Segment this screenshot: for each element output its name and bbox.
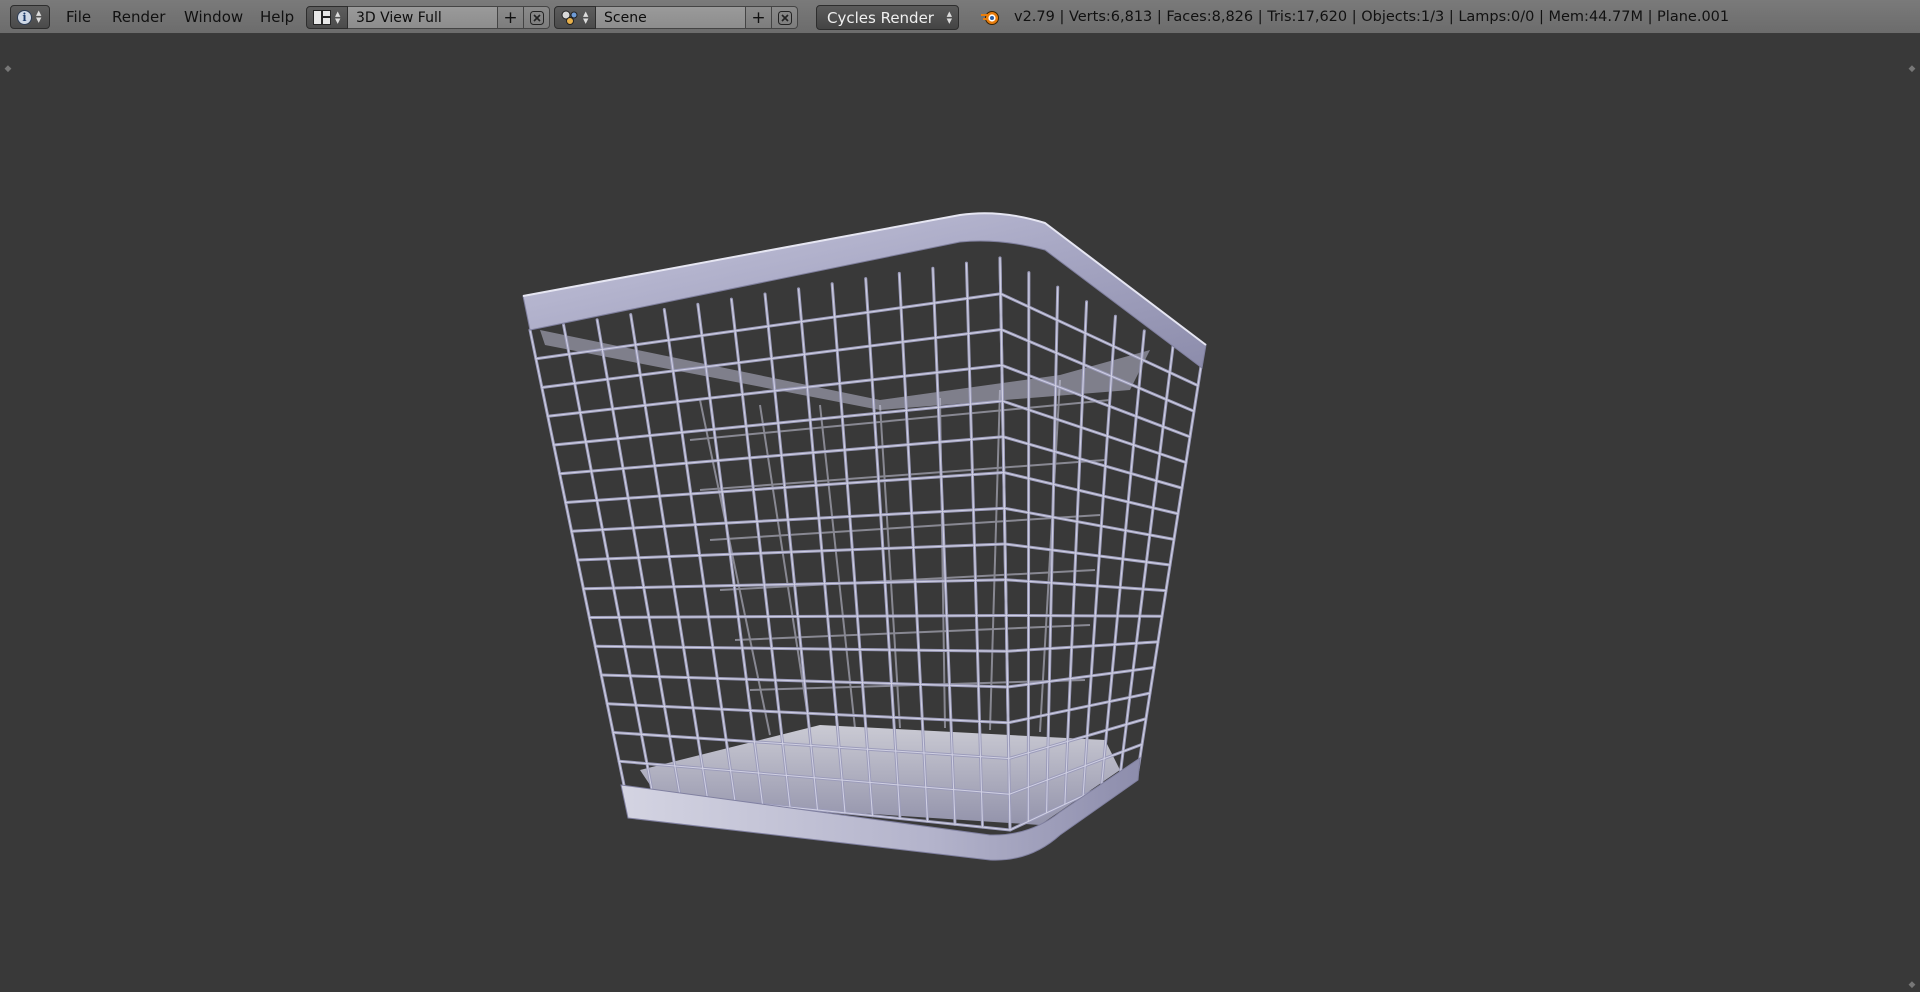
add-screen-layout-button[interactable]: +: [498, 6, 524, 29]
screen-layout-selector: ▲ ▼ 3D View Full +: [306, 6, 550, 29]
screen-layout-icon: [313, 10, 331, 25]
screen-layout-name: 3D View Full: [356, 9, 442, 26]
screen-layout-dropdown[interactable]: ▲ ▼: [306, 6, 348, 29]
updown-arrows-icon: ▲ ▼: [36, 9, 42, 24]
editor-type-button[interactable]: i ▲ ▼: [10, 5, 50, 29]
wire-basket-mesh[interactable]: [0, 34, 1920, 992]
updown-arrows-icon: ▲ ▼: [946, 10, 952, 25]
menu-render-label: Render: [112, 8, 166, 26]
menu-window-label: Window: [184, 8, 244, 26]
menu-help-label: Help: [260, 8, 295, 26]
render-engine-label: Cycles Render: [827, 8, 934, 27]
remove-scene-button[interactable]: [772, 6, 798, 29]
plus-icon: +: [503, 7, 518, 28]
scene-selector: ▲ ▼ Scene +: [554, 6, 798, 29]
plus-icon: +: [751, 7, 766, 28]
menu-window[interactable]: Window: [184, 0, 243, 34]
updown-arrows-icon: ▲ ▼: [583, 9, 589, 25]
x-icon: [777, 10, 792, 25]
info-header: i ▲ ▼ File Render Window Help ▲ ▼ 3D View …: [0, 0, 1920, 34]
render-engine-dropdown[interactable]: Cycles Render ▲ ▼: [816, 5, 959, 30]
add-scene-button[interactable]: +: [746, 6, 772, 29]
scene-statistics: v2.79 | Verts:6,813 | Faces:8,826 | Tris…: [1014, 0, 1729, 34]
remove-screen-layout-button[interactable]: [524, 6, 550, 29]
menu-file[interactable]: File: [66, 0, 91, 34]
3d-viewport[interactable]: ◆ ◆ ◆: [0, 34, 1920, 992]
blender-logo-icon: [981, 11, 999, 25]
menu-file-label: File: [66, 8, 92, 26]
screen-layout-name-field[interactable]: 3D View Full: [348, 6, 498, 29]
updown-arrows-icon: ▲ ▼: [335, 9, 341, 25]
scene-name: Scene: [604, 9, 647, 26]
menu-help[interactable]: Help: [260, 0, 294, 34]
scene-name-field[interactable]: Scene: [596, 6, 746, 29]
scene-statistics-text: v2.79 | Verts:6,813 | Faces:8,826 | Tris…: [1014, 9, 1730, 25]
info-icon: i: [17, 9, 32, 25]
scene-icon: [561, 10, 578, 25]
menu-render[interactable]: Render: [112, 0, 165, 34]
scene-dropdown[interactable]: ▲ ▼: [554, 6, 596, 29]
x-icon: [529, 10, 544, 25]
